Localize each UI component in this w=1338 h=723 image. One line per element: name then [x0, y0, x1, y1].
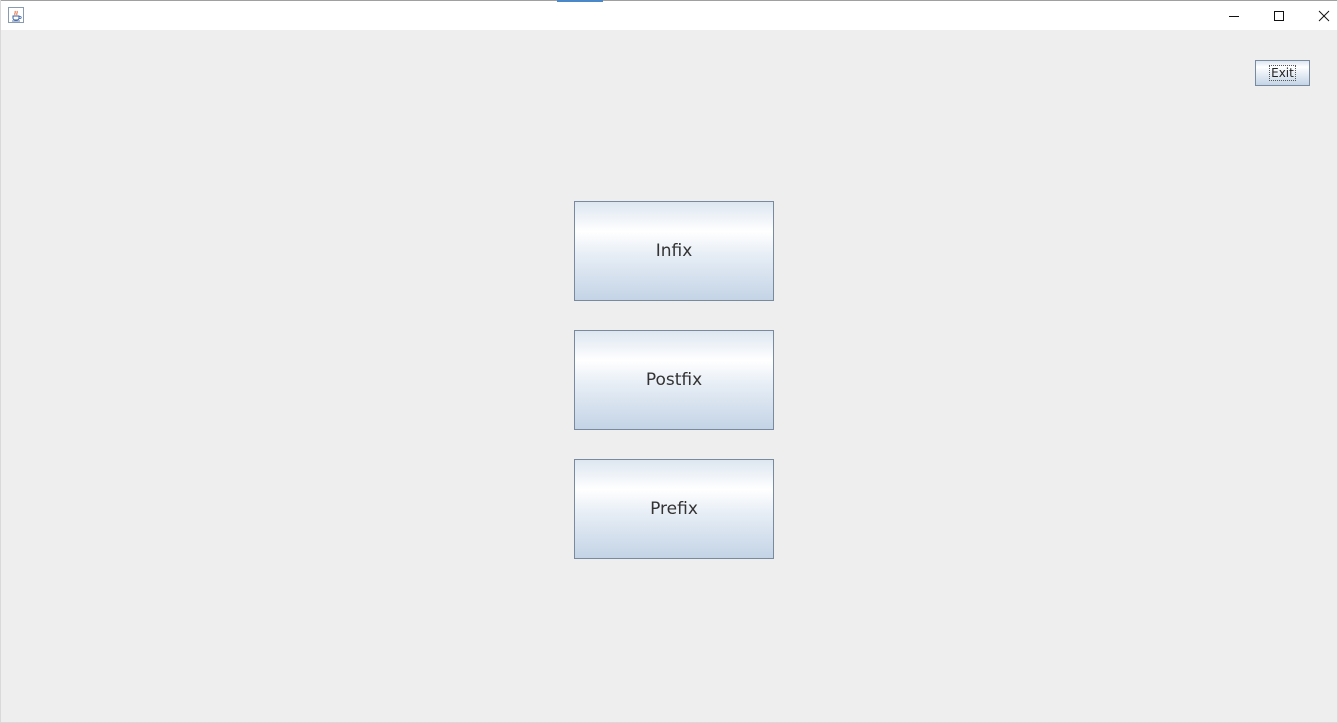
maximize-icon	[1274, 10, 1284, 21]
java-cup-icon[interactable]	[8, 7, 24, 23]
minimize-icon	[1229, 15, 1239, 17]
title-bar[interactable]	[1, 0, 1337, 30]
prefix-button[interactable]: Prefix	[574, 459, 774, 559]
postfix-button[interactable]: Postfix	[574, 330, 774, 430]
infix-button-label: Infix	[655, 241, 693, 261]
maximize-button[interactable]	[1256, 1, 1302, 30]
exit-button-label: Exit	[1269, 65, 1296, 81]
infix-button[interactable]: Infix	[574, 201, 774, 301]
title-bar-accent	[557, 0, 603, 2]
close-button[interactable]	[1301, 1, 1338, 30]
app-window: Exit Infix Postfix Prefix	[0, 0, 1338, 723]
close-icon	[1318, 10, 1330, 21]
postfix-button-label: Postfix	[645, 370, 703, 390]
prefix-button-label: Prefix	[650, 499, 698, 519]
minimize-button[interactable]	[1211, 1, 1257, 30]
exit-button[interactable]: Exit	[1255, 60, 1310, 86]
